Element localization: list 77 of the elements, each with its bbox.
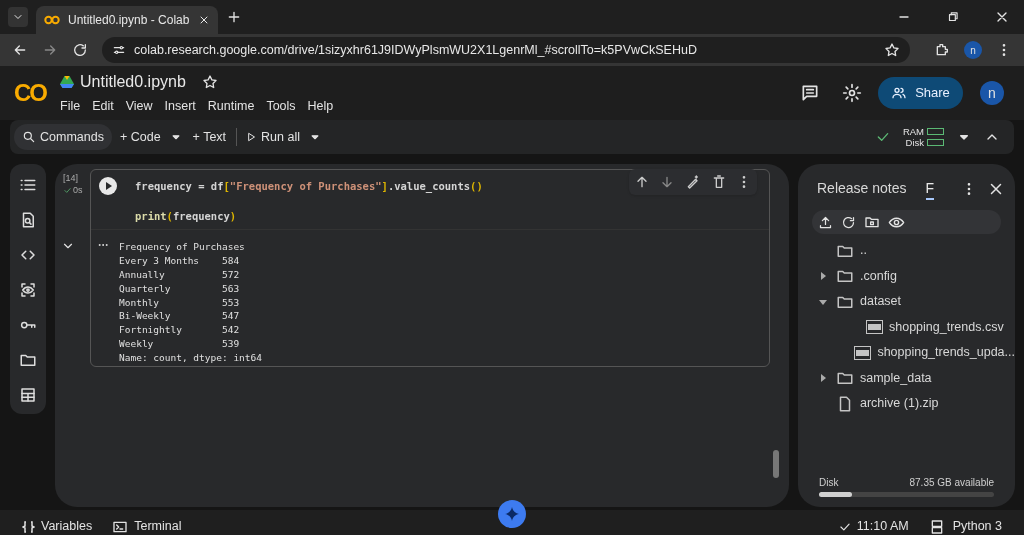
file-tree-item[interactable]: shopping_trends_upda... <box>798 340 1015 366</box>
output-line: Bi-Weekly 547 <box>119 309 240 324</box>
code-line: frequency = df["Frequency of Purchases"].value_counts() <box>135 179 483 194</box>
forward-icon[interactable] <box>42 42 58 58</box>
code-line: print(frequency) <box>135 209 237 224</box>
mount-drive-icon[interactable] <box>864 214 880 230</box>
colab-logo[interactable]: CO <box>14 75 58 111</box>
menu-item[interactable]: Runtime <box>207 97 255 116</box>
upload-icon[interactable] <box>818 214 833 230</box>
file-tree-item[interactable]: .config <box>798 263 1015 289</box>
run-all-button[interactable]: Run all <box>243 127 302 147</box>
share-button[interactable]: Share <box>878 77 963 109</box>
gemini-button[interactable] <box>498 500 526 528</box>
output-line: Annually 572 <box>119 267 240 282</box>
scrollbar-thumb[interactable] <box>773 450 779 478</box>
file-tree-item[interactable]: shopping_trends.csv <box>798 314 1015 340</box>
profile-avatar[interactable]: n <box>964 41 982 59</box>
menu-item[interactable]: File <box>60 97 81 116</box>
output-line: Monthly 553 <box>119 295 240 310</box>
file-tree-item[interactable]: dataset <box>798 289 1015 315</box>
browser-tab[interactable]: Untitled0.ipynb - Colab <box>36 6 218 34</box>
add-text-button[interactable]: + Text <box>188 127 231 147</box>
file-tree-item[interactable]: archive (1).zip <box>798 391 1015 417</box>
user-avatar[interactable]: n <box>980 81 1004 105</box>
search-icon[interactable] <box>22 130 36 144</box>
runtime-status[interactable]: Python 3 <box>928 517 1002 535</box>
last-saved-status[interactable]: 11:10 AM <box>837 517 909 535</box>
refresh-icon[interactable] <box>841 214 856 230</box>
bookmark-star-icon[interactable] <box>884 42 900 58</box>
success-check-icon[interactable] <box>63 185 72 195</box>
run-cell-icon[interactable] <box>99 177 117 195</box>
commands-button[interactable]: Commands <box>14 124 112 150</box>
file-tree-item[interactable]: .. <box>798 238 1015 264</box>
execution-count: [14] <box>63 172 79 184</box>
output-line: Every 3 Months 584 <box>119 253 240 268</box>
panel-tab[interactable]: F <box>925 178 935 200</box>
resource-meter[interactable]: RAM Disk <box>902 126 944 148</box>
menu-item[interactable]: Help <box>307 97 334 116</box>
drive-icon <box>60 76 74 89</box>
execution-time: 0s <box>73 184 83 196</box>
output-line: Fortnightly 542 <box>119 323 240 338</box>
terminal-button[interactable]: Terminal <box>112 517 182 535</box>
csv-file-icon <box>854 345 872 360</box>
output-line: Weekly 539 <box>119 337 240 352</box>
play-icon[interactable] <box>245 131 258 143</box>
new-tab-icon[interactable] <box>226 9 242 25</box>
reload-icon[interactable] <box>72 42 88 58</box>
table-icon[interactable] <box>19 386 37 404</box>
file-tree-item[interactable]: sample_data <box>798 365 1015 391</box>
extensions-icon[interactable] <box>934 42 950 58</box>
disk-label: Disk <box>819 476 839 490</box>
notebook-title[interactable]: Untitled0.ipynb <box>80 70 186 95</box>
csv-file-icon <box>866 320 883 335</box>
colab-logo-icon <box>44 15 60 25</box>
eye-icon[interactable] <box>19 281 37 299</box>
menu-item[interactable]: View <box>125 97 153 116</box>
comments-icon[interactable] <box>800 83 820 103</box>
close-tab-icon[interactable] <box>198 14 210 26</box>
add-code-button[interactable]: + Code <box>117 127 163 147</box>
panel-tab[interactable]: Release notes <box>817 178 907 200</box>
output-line: Quarterly 563 <box>119 281 240 296</box>
braces-icon <box>22 520 35 533</box>
restore-icon[interactable] <box>946 10 960 24</box>
back-icon[interactable] <box>12 42 28 58</box>
menu-item[interactable]: Edit <box>92 97 114 116</box>
menu-item[interactable]: Insert <box>164 97 196 116</box>
menu-item[interactable]: Tools <box>266 97 296 116</box>
variables-button[interactable]: Variables <box>22 517 93 535</box>
output-line: Frequency of Purchases <box>119 240 245 254</box>
site-info-icon[interactable] <box>112 43 126 57</box>
output-line: Name: count, dtype: int64 <box>119 351 262 365</box>
people-icon[interactable] <box>891 85 908 101</box>
star-icon[interactable] <box>201 74 218 91</box>
address-bar[interactable]: colab.research.google.com/drive/1sizyxhr61J9IDWyPlsmWU2X1LgenrMl_#scrollTo=k5PVwCkSEHuD <box>102 37 910 63</box>
disk-available: 87.35 GB available <box>909 476 994 490</box>
magic-pencil-icon[interactable] <box>685 174 701 190</box>
settings-icon[interactable] <box>842 83 862 103</box>
